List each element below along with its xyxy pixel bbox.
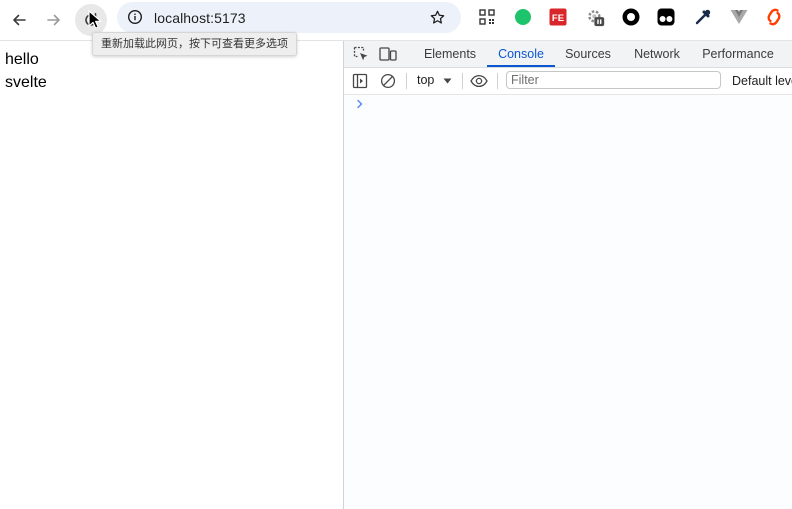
url-text[interactable]: localhost:5173 <box>154 10 246 26</box>
info-icon <box>127 9 143 25</box>
console-filter-input[interactable] <box>506 71 721 89</box>
show-sidebar-button[interactable] <box>351 72 369 90</box>
bookmark-button[interactable] <box>425 5 449 29</box>
site-info-button[interactable] <box>123 5 147 29</box>
arrow-right-icon <box>47 14 60 26</box>
vue-devtools-extension-icon[interactable] <box>730 8 748 26</box>
hello-text: hello <box>5 51 39 68</box>
eyedropper-extension-icon[interactable] <box>694 8 712 26</box>
svelte-extension-icon[interactable] <box>765 8 783 26</box>
tab-console[interactable]: Console <box>487 41 555 67</box>
sidebar-toggle-icon <box>352 73 368 89</box>
live-expression-button[interactable] <box>470 72 488 90</box>
tab-network[interactable]: Network <box>628 41 686 67</box>
qr-code-extension-icon[interactable] <box>478 8 496 26</box>
back-button[interactable] <box>3 4 35 36</box>
reload-tooltip: 重新加载此网页，按下可查看更多选项 <box>92 32 297 56</box>
svg-text:FE: FE <box>552 13 564 24</box>
svelte-text: svelte <box>5 74 47 91</box>
black-ring-extension-icon[interactable] <box>622 8 640 26</box>
address-bar[interactable]: localhost:5173 <box>117 2 461 33</box>
arrow-left-icon <box>13 14 26 26</box>
device-toolbar-button[interactable] <box>379 45 397 63</box>
devtools-tab-bar: Elements Console Sources Network Perform… <box>344 41 792 68</box>
toolbar-divider <box>462 73 463 89</box>
toolbar-divider <box>406 73 407 89</box>
tab-elements[interactable]: Elements <box>418 41 482 67</box>
tampermonkey-extension-icon[interactable] <box>657 8 675 26</box>
tab-performance[interactable]: Performance <box>698 41 778 67</box>
page-viewport: hello svelte <box>0 41 343 509</box>
clear-console-button[interactable] <box>379 72 397 90</box>
gear-paused-extension-icon[interactable] <box>587 9 605 27</box>
inspect-element-button[interactable] <box>352 45 370 63</box>
green-dot-extension-icon[interactable] <box>514 8 532 26</box>
eye-icon <box>470 74 488 88</box>
devtools-panel: Elements Console Sources Network Perform… <box>343 41 792 509</box>
tab-sources[interactable]: Sources <box>560 41 616 67</box>
device-toggle-icon <box>379 47 397 61</box>
log-levels-dropdown[interactable]: Default leve <box>732 74 792 88</box>
toolbar-divider <box>497 73 498 89</box>
forward-button[interactable] <box>38 4 70 36</box>
context-selector[interactable]: top <box>417 73 434 87</box>
fe-helper-extension-icon[interactable]: FE <box>549 8 567 26</box>
mouse-cursor-icon <box>88 10 102 29</box>
inspect-cursor-icon <box>353 46 368 61</box>
console-prompt-chevron-icon[interactable] <box>356 99 364 109</box>
console-toolbar: top Default leve <box>344 68 792 95</box>
caret-down-icon[interactable] <box>443 78 452 84</box>
block-icon <box>380 73 396 89</box>
star-icon <box>430 10 444 24</box>
